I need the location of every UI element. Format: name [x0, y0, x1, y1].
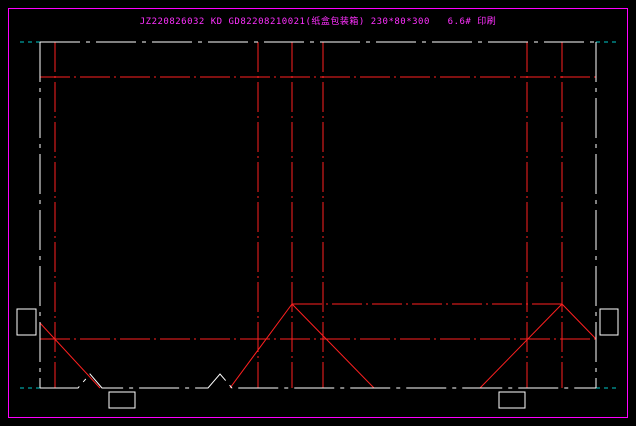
cut-outline: [39, 41, 597, 389]
fold-lines-horizontal: [40, 76, 596, 340]
fold-lines-vertical: [54, 42, 563, 388]
dieline-drawing: [8, 8, 628, 418]
registration-boxes: [16, 308, 619, 409]
drawing-border: [8, 8, 628, 418]
fold-lines-diagonal: [39, 303, 597, 389]
cad-viewport: JZ220826032 KD GD82208210021(纸盒包装箱) 230*…: [0, 0, 636, 426]
